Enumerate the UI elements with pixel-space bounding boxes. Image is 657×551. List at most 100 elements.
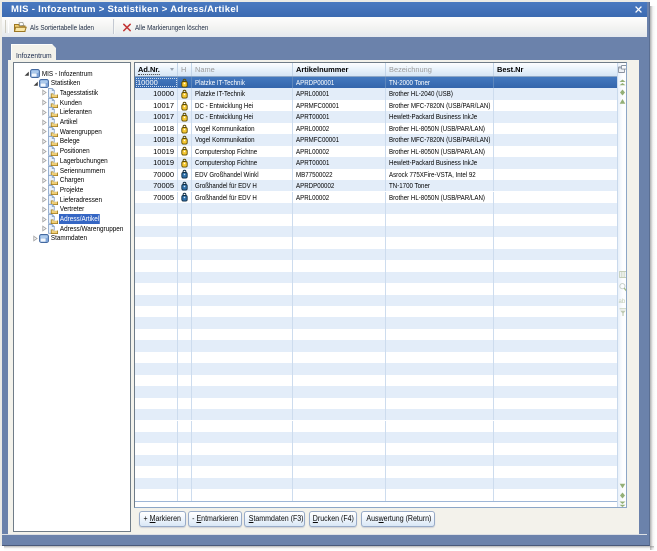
tree-expanded-arrow-icon[interactable] (32, 80, 39, 87)
scroll-top-icon[interactable] (618, 79, 627, 86)
tree-item-seriennummern[interactable]: Seriennummern (41, 166, 114, 176)
table-row[interactable]: 10000Platzke IT-TechnikAPRDP00001TN-2000… (135, 77, 617, 88)
tree-item-chargen[interactable]: Chargen (41, 175, 90, 185)
table-properties-icon[interactable] (618, 65, 627, 74)
tree-collapsed-arrow-icon[interactable] (41, 186, 48, 193)
stammdaten-button[interactable]: Stammdaten (F3) (244, 511, 305, 527)
tree-item-kunden[interactable]: Kunden (41, 98, 87, 108)
table-empty-row[interactable] (135, 329, 617, 340)
tree-collapsed-arrow-icon[interactable] (41, 177, 48, 184)
table-empty-row[interactable] (135, 466, 617, 477)
tree-item-mis-infozentrum[interactable]: MIS - Infozentrum (23, 69, 103, 79)
column-header-h[interactable]: H (178, 63, 192, 76)
mark-button[interactable]: + Markieren (139, 511, 186, 527)
tab-infozentrum[interactable]: Infozentrum (11, 44, 57, 61)
table-empty-row[interactable] (135, 295, 617, 306)
table-empty-row[interactable] (135, 226, 617, 237)
table-empty-row[interactable] (135, 237, 617, 248)
table-empty-row[interactable] (135, 340, 617, 351)
table-row[interactable]: 70005Großhandel für EDV HAPRDP00002TN-17… (135, 180, 617, 191)
table-empty-row[interactable] (135, 214, 617, 225)
tree-collapsed-arrow-icon[interactable] (41, 128, 48, 135)
column-header-bez[interactable]: Bezeichnung (386, 63, 494, 76)
tree-collapsed-arrow-icon[interactable] (41, 119, 48, 126)
table-empty-row[interactable] (135, 363, 617, 374)
table-empty-row[interactable] (135, 203, 617, 214)
table-empty-row[interactable] (135, 386, 617, 397)
tree-item-lieferanten[interactable]: Lieferanten (41, 107, 99, 117)
unmark-button[interactable]: - Entmarkieren (188, 511, 242, 527)
close-button[interactable] (632, 3, 644, 15)
search-icon[interactable] (618, 283, 627, 292)
table-empty-row[interactable] (135, 489, 617, 500)
scroll-page-up-icon[interactable] (618, 89, 627, 96)
tree-collapsed-arrow-icon[interactable] (41, 138, 48, 145)
tree-item-tagesstatistik[interactable]: Tagesstatistik (41, 88, 106, 98)
tree-collapsed-arrow-icon[interactable] (41, 206, 48, 213)
filter-icon[interactable] (618, 308, 627, 317)
table-empty-row[interactable] (135, 375, 617, 386)
table-empty-row[interactable] (135, 352, 617, 363)
table-empty-row[interactable] (135, 409, 617, 420)
table-empty-row[interactable] (135, 398, 617, 409)
tree-item-statistiken[interactable]: Statistiken (32, 78, 87, 88)
columns-icon[interactable] (618, 271, 627, 278)
column-header-bestnr[interactable]: Best.Nr (494, 63, 617, 76)
table-row[interactable]: 10018Vogel KommunikationAPRMFC00001Broth… (135, 134, 617, 145)
tree-item-stammdaten[interactable]: Stammdaten (32, 233, 95, 243)
table-empty-row[interactable] (135, 443, 617, 454)
table-empty-row[interactable] (135, 455, 617, 466)
table-empty-row[interactable] (135, 421, 617, 432)
tree-collapsed-arrow-icon[interactable] (32, 235, 39, 242)
column-header-adnr[interactable]: Ad.Nr. (135, 63, 178, 76)
table-row[interactable]: 70005Großhandel für EDV HAPRL00002Brothe… (135, 192, 617, 203)
scroll-bottom-icon[interactable] (618, 501, 627, 508)
table-empty-row[interactable] (135, 283, 617, 294)
tree-item-vertreter[interactable]: Vertreter (41, 204, 90, 214)
tree-item-projekte[interactable]: Projekte (41, 185, 89, 195)
table-empty-row[interactable] (135, 432, 617, 443)
tree-item-adress-warengruppen[interactable]: Adress/Warengruppen (41, 224, 131, 234)
tree-collapsed-arrow-icon[interactable] (41, 89, 48, 96)
tree-item-belege[interactable]: Belege (41, 136, 84, 146)
table-empty-row[interactable] (135, 306, 617, 317)
table-empty-row[interactable] (135, 249, 617, 260)
table-empty-row[interactable] (135, 260, 617, 271)
tree-item-positionen[interactable]: Positionen (41, 146, 96, 156)
table-row[interactable]: 10019Computershop FichtneAPRL00002Brothe… (135, 146, 617, 157)
tree-item-lagerbuchungen[interactable]: Lagerbuchungen (41, 156, 117, 166)
tree-collapsed-arrow-icon[interactable] (41, 167, 48, 174)
table-row[interactable]: 10000Platzke IT-TechnikAPRL00001Brother … (135, 88, 617, 99)
scroll-up-icon[interactable] (618, 98, 627, 105)
tree-item-warengruppen[interactable]: Warengruppen (41, 127, 110, 137)
ab-icon[interactable]: ab (618, 297, 627, 304)
table-empty-row[interactable] (135, 272, 617, 283)
table-row[interactable]: 10019Computershop FichtneAPRT00001Hewlet… (135, 157, 617, 168)
tree-collapsed-arrow-icon[interactable] (41, 196, 48, 203)
scroll-down-icon[interactable] (618, 483, 627, 489)
evaluate-button[interactable]: Auswertung (Return) (361, 511, 435, 527)
table-empty-row[interactable] (135, 478, 617, 489)
tree-item-lieferadressen[interactable]: Lieferadressen (41, 195, 111, 205)
tree-item-adress-artikel[interactable]: Adress/Artikel (41, 214, 107, 224)
tree-collapsed-arrow-icon[interactable] (41, 157, 48, 164)
clear-marks-button[interactable]: Alle Markierungen löschen (122, 17, 223, 37)
load-sort-table-button[interactable]: Als Sortiertabelle laden (13, 17, 107, 37)
table-empty-row[interactable] (135, 317, 617, 328)
scroll-page-down-icon[interactable] (618, 492, 627, 499)
toolbar-gripper[interactable] (5, 20, 9, 33)
table-row[interactable]: 10017DC - Entwicklung HeiAPRMFC00001Brot… (135, 100, 617, 111)
table-row[interactable]: 10018Vogel KommunikationAPRL00002Brother… (135, 123, 617, 134)
tree-collapsed-arrow-icon[interactable] (41, 109, 48, 116)
column-header-name[interactable]: Name (192, 63, 293, 76)
tree-collapsed-arrow-icon[interactable] (41, 216, 48, 223)
tree-collapsed-arrow-icon[interactable] (41, 99, 48, 106)
tree-expanded-arrow-icon[interactable] (23, 70, 30, 77)
tree-item-artikel[interactable]: Artikel (41, 117, 82, 127)
tree-collapsed-arrow-icon[interactable] (41, 148, 48, 155)
table-row[interactable]: 10017DC - Entwicklung HeiAPRT00001Hewlet… (135, 111, 617, 122)
table-row[interactable]: 70000EDV Großhandel WinklMB77500022Asroc… (135, 169, 617, 180)
column-header-artnr[interactable]: Artikelnummer (293, 63, 386, 76)
print-button[interactable]: Drucken (F4) (309, 511, 357, 527)
tree-collapsed-arrow-icon[interactable] (41, 225, 48, 232)
